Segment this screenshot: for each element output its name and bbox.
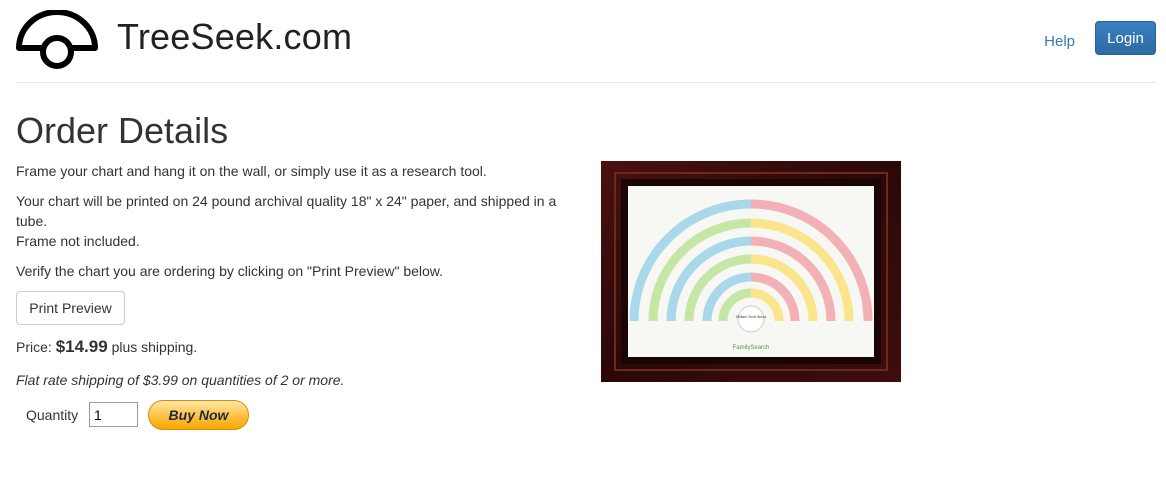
quantity-input[interactable]: [89, 402, 138, 427]
price-value: $14.99: [55, 337, 108, 356]
treeseek-logo-icon[interactable]: [16, 10, 98, 72]
price-suffix: plus shipping.: [111, 339, 198, 355]
print-preview-button[interactable]: Print Preview: [16, 291, 125, 325]
chart-center-name: William Scott Wood: [736, 315, 766, 319]
site-title[interactable]: TreeSeek.com: [117, 16, 352, 58]
login-button[interactable]: Login: [1095, 21, 1156, 55]
description-frame-not-included: Frame not included.: [16, 233, 140, 249]
chart-brand-text: FamilySearch: [733, 345, 770, 351]
description-verify: Verify the chart you are ordering by cli…: [16, 263, 444, 279]
shipping-note: Flat rate shipping of $3.99 on quantitie…: [16, 372, 345, 388]
quantity-label: Quantity: [26, 407, 79, 423]
framed-chart-image: William Scott Wood FamilySearch: [601, 161, 901, 382]
buy-now-button[interactable]: Buy Now: [148, 400, 249, 430]
help-link[interactable]: Help: [1044, 33, 1075, 50]
description-frame: Frame your chart and hang it on the wall…: [16, 163, 487, 179]
description-print: Your chart will be printed on 24 pound a…: [16, 193, 557, 229]
page-title: Order Details: [16, 110, 229, 151]
price-line: Price: $14.99 plus shipping.: [16, 337, 197, 357]
price-prefix: Price:: [16, 339, 52, 355]
site-header: TreeSeek.com Help Login: [16, 0, 1156, 83]
